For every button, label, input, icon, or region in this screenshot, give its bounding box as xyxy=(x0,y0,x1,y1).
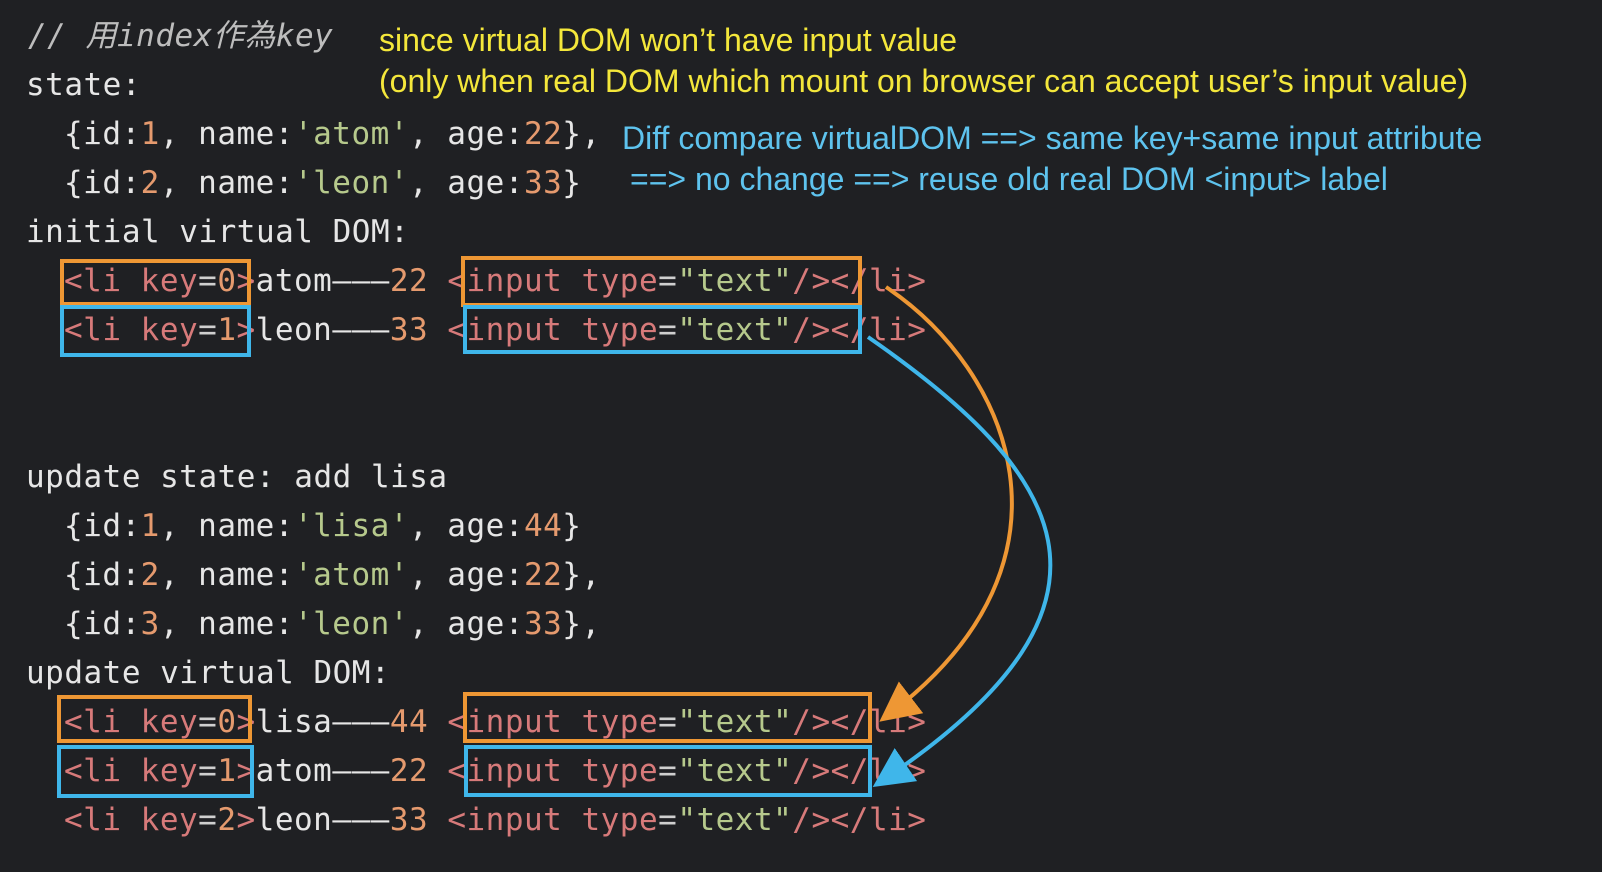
orange-reuse-arrow xyxy=(879,285,1014,722)
reuse-arrows xyxy=(866,285,1053,787)
diagram-root: { "comment": "// 用index作為key", "note_yel… xyxy=(0,0,1602,872)
